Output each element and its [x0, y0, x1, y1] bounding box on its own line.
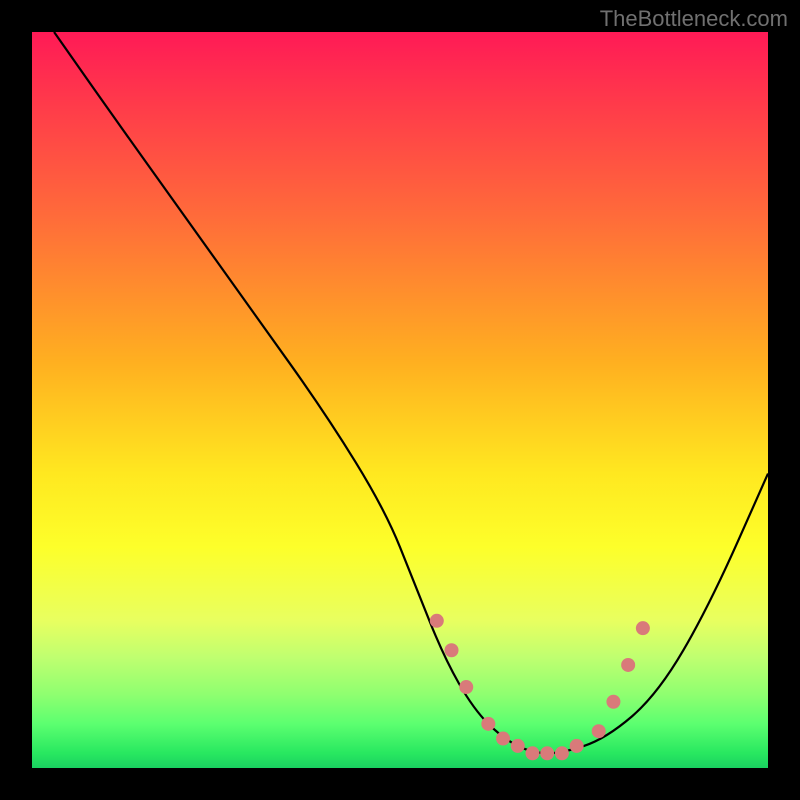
curve-marker-dot — [445, 643, 459, 657]
curve-marker-dot — [496, 732, 510, 746]
curve-marker-dot — [540, 746, 554, 760]
curve-marker-dot — [592, 724, 606, 738]
curve-marker-dot — [636, 621, 650, 635]
curve-marker-dot — [525, 746, 539, 760]
bottleneck-curve — [54, 32, 768, 753]
curve-marker-dot — [555, 746, 569, 760]
curve-marker-dot — [606, 695, 620, 709]
curve-marker-dot — [621, 658, 635, 672]
curve-marker-dot — [459, 680, 473, 694]
watermark-text: TheBottleneck.com — [600, 6, 788, 32]
curve-markers — [430, 614, 650, 760]
chart-svg — [32, 32, 768, 768]
curve-marker-dot — [570, 739, 584, 753]
curve-marker-dot — [430, 614, 444, 628]
curve-marker-dot — [511, 739, 525, 753]
curve-marker-dot — [481, 717, 495, 731]
